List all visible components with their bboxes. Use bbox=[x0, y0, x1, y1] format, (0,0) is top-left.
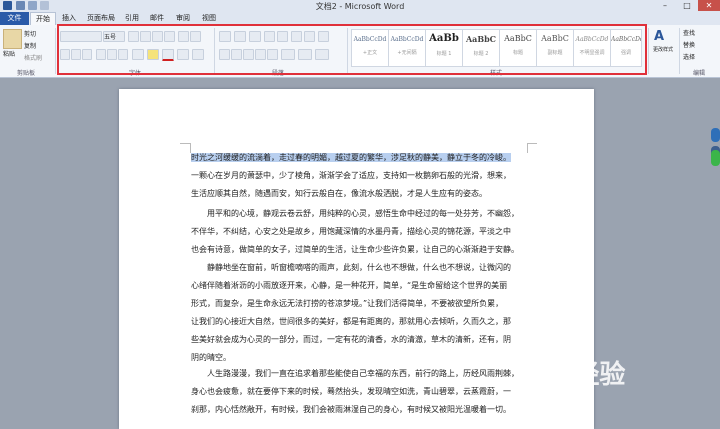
maximize-button[interactable]: □ bbox=[676, 0, 698, 11]
text-line: 用平和的心境，静观云卷云舒，用纯粹的心灵，感悟生命中经过的每一处芬芳，不幽怨， bbox=[207, 209, 519, 218]
cut-button[interactable]: 剪切 bbox=[24, 29, 36, 38]
window-title: 文档2 - Microsoft Word bbox=[315, 2, 405, 11]
minimize-button[interactable]: – bbox=[654, 0, 676, 11]
change-styles-button[interactable]: 更改样式 bbox=[649, 46, 677, 53]
group-divider bbox=[679, 28, 680, 74]
text-line: 也会有诗意，做简单的女子，过简单的生活，让生命少些许负累，让自己的心渐渐趋于安静… bbox=[191, 245, 519, 254]
watermark-url: jingyan.baidu.com bbox=[518, 393, 592, 402]
document-paragraph[interactable]: 人生路漫漫，我们一直在追求着那些能使自己幸福的东西，前行的路上，历经风雨荆棘， … bbox=[191, 365, 527, 419]
text-line: 让我们的心接近大自然，世间很多的美好，都是有距离的，那就用心去倾听，久而久之，那 bbox=[191, 317, 511, 326]
change-styles-icon[interactable]: A bbox=[654, 29, 668, 45]
text-line: 不伴华，不纠结，心安之处是故乡，用饱藏深情的水墨丹青，描绘心灵的锦花源，平淡之中 bbox=[191, 227, 511, 236]
clipboard-group-label: 剪贴板 bbox=[16, 70, 35, 77]
text-line: 人生路漫漫，我们一直在追求着那些能使自己幸福的东西，前行的路上，历经风雨荆棘， bbox=[207, 369, 519, 378]
text-line: 刹那，内心恬然敞开，有时候，我们会被雨淋湿自己的身心，有时候又被阳光温暖着一切。 bbox=[191, 405, 511, 414]
document-paragraph[interactable]: 静静地坐在窗前，听窗檐嘀嗒的雨声，此刻，什么也不想做，什么也不想说，让微闪的 心… bbox=[191, 259, 527, 367]
editing-group-label: 编辑 bbox=[692, 70, 705, 77]
close-button[interactable]: ✕ bbox=[698, 0, 720, 11]
watermark-logo: Bai 经验 jingyan.baidu.com bbox=[518, 354, 718, 410]
format-painter-button[interactable]: 格式刷 bbox=[24, 53, 42, 62]
margin-corner-mark bbox=[527, 143, 537, 144]
tab-file[interactable]: 文件 bbox=[0, 12, 29, 25]
text-line: 生活应顺其自然，随遇而安，知行云般自在，像流水般洒脱，才是人生应有的姿态。 bbox=[191, 189, 487, 198]
group-divider bbox=[55, 28, 56, 74]
margin-corner-mark bbox=[180, 143, 190, 144]
text-line: 静静地坐在窗前，听窗檐嘀嗒的雨声，此刻，什么也不想做，什么也不想说，让微闪的 bbox=[207, 263, 511, 272]
select-button[interactable]: 选择 bbox=[683, 52, 695, 61]
side-panel-icon[interactable] bbox=[711, 150, 720, 166]
selected-text[interactable]: 时光之河缓缓的流淌着，走过春的明媚，越过夏的繁华，涉足秋的静美，静立于冬的冷峻。 bbox=[191, 153, 511, 162]
text-line: 心绪伴随着淅沥的小雨放逐开来，心静，是一种花开，简单，“是生命留给这个世界的美丽 bbox=[191, 281, 508, 290]
document-paragraph[interactable]: 用平和的心境，静观云卷云舒，用纯粹的心灵，感悟生命中经过的每一处芬芳，不幽怨， … bbox=[191, 205, 527, 259]
margin-corner-mark bbox=[527, 143, 528, 153]
paste-icon[interactable] bbox=[3, 29, 22, 49]
copy-button[interactable]: 复制 bbox=[24, 41, 36, 50]
text-line: 身心也会疲惫，就在要停下来的时候，蓦然抬头，发现晴空如洗，青山碧翠，云蒸霞蔚，一 bbox=[191, 387, 511, 396]
replace-button[interactable]: 替换 bbox=[683, 40, 695, 49]
annotation-highlight-box bbox=[57, 24, 647, 75]
find-button[interactable]: 查找 bbox=[683, 28, 695, 37]
paste-label[interactable]: 粘贴 bbox=[3, 49, 15, 58]
text-line: 些美好就会成为心灵的一部分，而过，一定有花的清香，水的清澈，草木的清新，还有，阴 bbox=[191, 335, 511, 344]
tab-home[interactable]: 开始 bbox=[30, 12, 56, 26]
text-line: 形式，而复杂，是生命永远无法打捞的苍凉梦境。”让我们活得简单，不要被欲望所负累， bbox=[191, 299, 504, 308]
side-panel-icon[interactable] bbox=[711, 128, 720, 142]
document-paragraph[interactable]: 时光之河缓缓的流淌着，走过春的明媚，越过夏的繁华，涉足秋的静美，静立于冬的冷峻。… bbox=[191, 149, 527, 203]
text-line: 一颗心在岁月的萧瑟中，少了棱角，渐渐学会了适应，支持如一枚鹅卵石般的光滑，想来， bbox=[191, 171, 511, 180]
